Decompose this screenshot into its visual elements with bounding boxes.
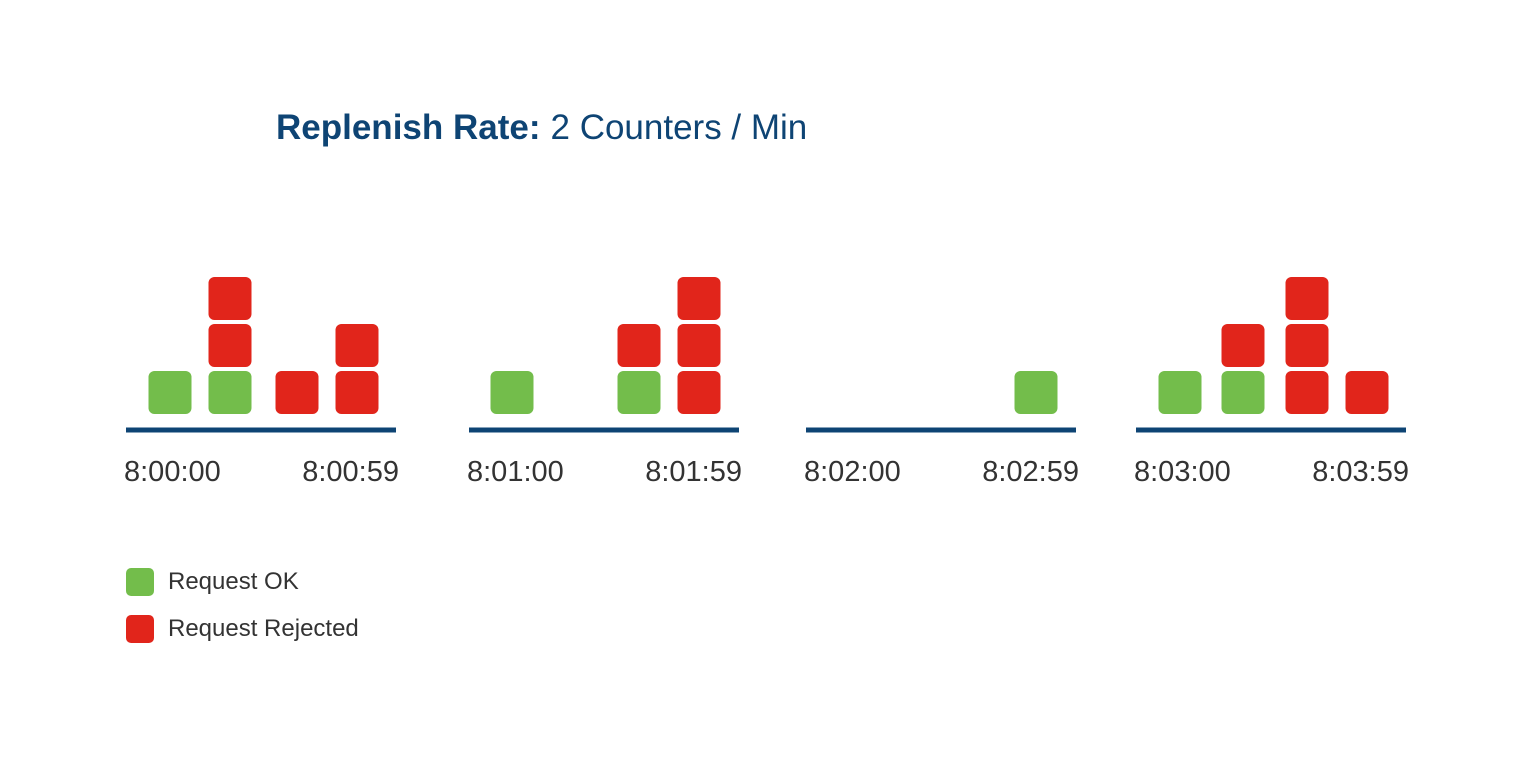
request-ok-block <box>1158 371 1202 414</box>
time-label-start: 8:00:00 <box>124 456 221 488</box>
time-label-end: 8:01:59 <box>645 456 742 488</box>
request-rejected-block <box>275 371 319 414</box>
legend-item-rejected: Request Rejected <box>126 615 359 643</box>
request-rejected-block <box>208 277 252 320</box>
request-rejected-block <box>1221 324 1265 367</box>
request-rejected-block <box>335 371 379 414</box>
time-label-start: 8:01:00 <box>467 456 564 488</box>
legend-item-ok: Request OK <box>126 568 299 596</box>
request-ok-block <box>1014 371 1058 414</box>
minute-group: 8:00:00 8:00:59 <box>124 277 399 488</box>
legend-label-rejected: Request Rejected <box>168 615 359 642</box>
minute-group: 8:01:00 8:01:59 <box>467 277 742 488</box>
time-label-end: 8:03:59 <box>1312 456 1409 488</box>
time-label-start: 8:02:00 <box>804 456 901 488</box>
minute-group: 8:03:00 8:03:59 <box>1134 277 1409 488</box>
request-rejected-block <box>1285 277 1329 320</box>
request-ok-block <box>208 371 252 414</box>
time-label-end: 8:02:59 <box>982 456 1079 488</box>
minute-group: 8:02:00 8:02:59 <box>804 371 1079 488</box>
request-ok-block <box>1221 371 1265 414</box>
request-rejected-block <box>208 324 252 367</box>
legend-swatch-ok <box>126 568 154 596</box>
request-rejected-block <box>1345 371 1389 414</box>
request-rejected-block <box>617 324 661 367</box>
time-label-end: 8:00:59 <box>302 456 399 488</box>
request-ok-block <box>490 371 534 414</box>
request-rejected-block <box>677 277 721 320</box>
request-rejected-block <box>1285 371 1329 414</box>
legend-swatch-rejected <box>126 615 154 643</box>
request-rejected-block <box>677 324 721 367</box>
request-ok-block <box>617 371 661 414</box>
rate-limit-diagram: 8:00:00 8:00:59 8:01:00 8:01:59 8:02:00 8:02:… <box>124 277 1409 488</box>
request-rejected-block <box>1285 324 1329 367</box>
request-rejected-block <box>335 324 379 367</box>
legend-label-ok: Request OK <box>168 568 299 595</box>
request-rejected-block <box>677 371 721 414</box>
request-ok-block <box>148 371 192 414</box>
time-label-start: 8:03:00 <box>1134 456 1231 488</box>
